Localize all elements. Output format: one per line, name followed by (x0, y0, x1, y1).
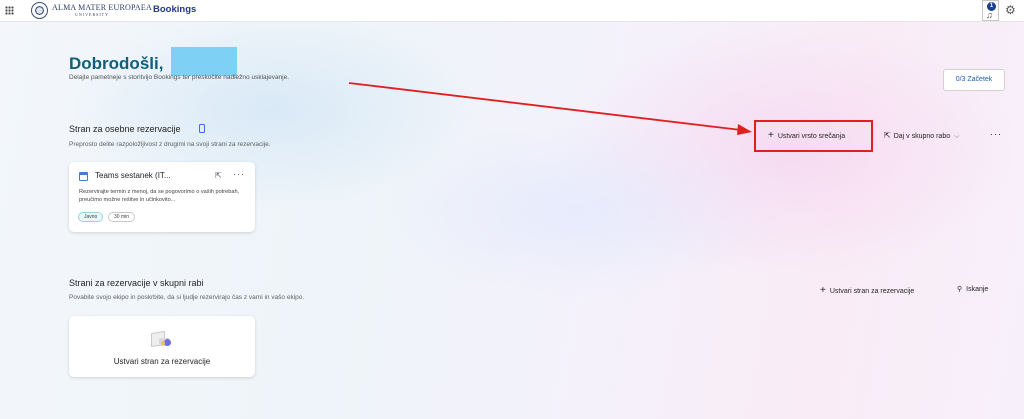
meeting-type-description: Rezervirajte termin z menoj, da se pogov… (79, 189, 240, 203)
mobile-phone-icon (199, 124, 205, 133)
plus-icon: + (820, 285, 826, 296)
share-icon[interactable]: ⇱ (215, 171, 222, 180)
visibility-tag: Javno (78, 212, 104, 222)
create-booking-page-button[interactable]: + Ustvari stran za rezervacije (820, 285, 914, 296)
booking-page-illustration-icon (149, 328, 173, 350)
calendar-icon (79, 172, 88, 181)
search-button[interactable]: ⚲ Iskanje (957, 285, 988, 293)
shared-section-title: Strani za rezervacije v skupni rabi (69, 278, 204, 288)
shared-section-subtitle: Povabite svojo ekipo in poskrbite, da si… (69, 294, 305, 301)
more-options-button[interactable]: ··· (990, 129, 1002, 139)
chevron-down-icon: ⌵ (954, 133, 960, 140)
share-button[interactable]: ⇱ Daj v skupno rabo ⌵ (884, 131, 959, 141)
share-icon: ⇱ (884, 131, 891, 140)
card-more-options-button[interactable]: ··· (233, 169, 245, 179)
personal-section-title: Stran za osebne rezervacije (69, 124, 181, 134)
duration-tag: 30 min (108, 212, 136, 222)
search-icon: ⚲ (957, 286, 963, 293)
meeting-type-card[interactable]: Teams sestanek (IT... ⇱ ··· Rezervirajte… (69, 162, 255, 232)
meeting-type-title: Teams sestanek (IT... (95, 171, 171, 180)
annotation-highlight-box (754, 120, 873, 152)
personal-section-subtitle: Preprosto delite razpoložljivost z drugi… (69, 141, 271, 148)
search-label: Iskanje (966, 286, 989, 293)
create-booking-page-card-label: Ustvari stran za rezervacije (113, 357, 211, 366)
create-booking-page-card[interactable]: Ustvari stran za rezervacije (69, 316, 255, 377)
create-booking-page-label: Ustvari stran za rezervacije (829, 288, 915, 295)
share-label: Daj v skupno rabo (893, 133, 951, 140)
